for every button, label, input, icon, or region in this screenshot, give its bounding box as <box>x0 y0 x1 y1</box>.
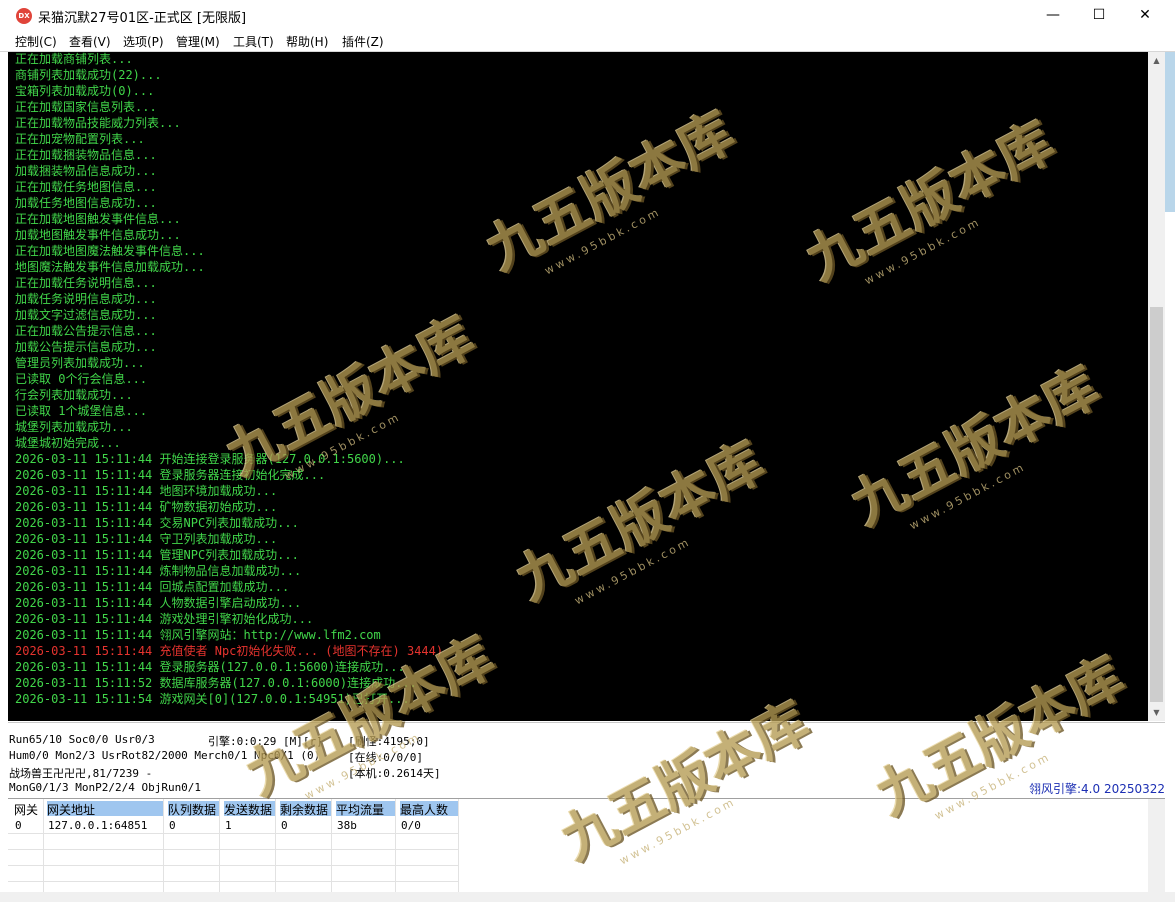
table-header-cell[interactable]: 平均流量 <box>336 801 395 817</box>
status-refresh: [刷怪:4195;0] <box>348 735 430 748</box>
app-icon: DX <box>16 8 32 24</box>
menu-manage[interactable]: 管理(M) <box>176 33 220 50</box>
log-line: 管理员列表加载成功... <box>15 356 145 370</box>
log-line: 2026-03-11 15:11:52 数据库服务器(127.0.0.1:600… <box>15 676 417 690</box>
log-line: 加载地图触发事件信息成功... <box>15 228 181 242</box>
log-line: 行会列表加载成功... <box>15 388 133 402</box>
scroll-up-icon[interactable]: ▲ <box>1148 52 1165 69</box>
table-header-cell[interactable]: 网关地址 <box>47 801 163 817</box>
menu-control[interactable]: 控制(C) <box>15 33 57 50</box>
table-header-cell[interactable]: 队列数据 <box>168 801 219 817</box>
title-bar: DX 呆猫沉默27号01区-正式区 [无限版] — ☐ ✕ <box>0 0 1175 31</box>
table-cell[interactable]: 0 <box>169 819 176 832</box>
status-run: Run65/10 Soc0/0 Usr0/3 <box>9 733 155 746</box>
log-line: 正在加载公告提示信息... <box>15 324 157 338</box>
log-line: 2026-03-11 15:11:54 游戏网关[0](127.0.0.1:54… <box>15 692 410 706</box>
log-line: 已读取 0个行会信息... <box>15 372 148 386</box>
engine-version: 翎风引擎:4.0 20250322 <box>1029 782 1166 796</box>
table-row-divider <box>8 849 458 850</box>
log-line: 2026-03-11 15:11:44 登录服务器连接初始化完成... <box>15 468 326 482</box>
status-mon: MonG0/1/3 MonP2/2/4 ObjRun0/1 <box>9 781 202 794</box>
log-line: 正在加载任务说明信息... <box>15 276 157 290</box>
log-line: 加载任务说明信息成功... <box>15 292 157 306</box>
scroll-thumb[interactable] <box>1150 307 1163 702</box>
log-line: 2026-03-11 15:11:44 回城点配置加载成功... <box>15 580 290 594</box>
table-cell[interactable]: 0 <box>281 819 288 832</box>
log-line: 2026-03-11 15:11:44 登录服务器(127.0.0.1:5600… <box>15 660 405 674</box>
menu-bar: 控制(C) 查看(V) 选项(P) 管理(M) 工具(T) 帮助(H) 插件(Z… <box>0 31 1175 51</box>
background-window-strip <box>1165 52 1175 212</box>
log-line-error: 2026-03-11 15:11:44 充值使者 Npc初始化失败... (地图… <box>15 644 444 658</box>
table-header-cell[interactable]: 发送数据 <box>224 801 275 817</box>
menu-tools[interactable]: 工具(T) <box>233 33 274 50</box>
log-line: 2026-03-11 15:11:44 翎风引擎网站：http://www.lf… <box>15 628 381 642</box>
table-row-divider <box>8 881 458 882</box>
log-line: 2026-03-11 15:11:44 管理NPC列表加载成功... <box>15 548 299 562</box>
table-cell[interactable]: 127.0.0.1:64851 <box>48 819 147 832</box>
status-engine: 引擎:0:0:29 [M][r] <box>208 735 323 748</box>
gateway-table[interactable]: 网关 网关地址 队列数据 发送数据 剩余数据 平均流量 最高人数 0 127.0.0.1:648… <box>8 798 1165 898</box>
menu-help[interactable]: 帮助(H) <box>286 33 328 50</box>
log-line: 正在加载国家信息列表... <box>15 100 157 114</box>
log-line: 正在加载捆装物品信息... <box>15 148 157 162</box>
log-line: 加载任务地图信息成功... <box>15 196 157 210</box>
log-line: 城堡列表加载成功... <box>15 420 133 434</box>
menu-view[interactable]: 查看(V) <box>69 33 111 50</box>
log-line: 正在加载地图魔法触发事件信息... <box>15 244 205 258</box>
log-line: 2026-03-11 15:11:44 炼制物品信息加载成功... <box>15 564 302 578</box>
menu-options[interactable]: 选项(P) <box>123 33 164 50</box>
console-log[interactable]: 正在加载商铺列表... 商铺列表加载成功(22)... 宝箱列表加载成功(0)...… <box>8 52 1148 721</box>
log-line: 正在加载商铺列表... <box>15 52 133 66</box>
log-line: 商铺列表加载成功(22)... <box>15 68 162 82</box>
table-cell[interactable]: 0/0 <box>401 819 421 832</box>
menu-plugins[interactable]: 插件(Z) <box>342 33 384 50</box>
log-line: 正在加载任务地图信息... <box>15 180 157 194</box>
status-panel: Run65/10 Soc0/0 Usr0/3 引擎:0:0:29 [M][r] … <box>8 722 1165 799</box>
log-line: 加载文字过滤信息成功... <box>15 308 157 322</box>
log-line: 2026-03-11 15:11:44 交易NPC列表加载成功... <box>15 516 299 530</box>
table-header-cell[interactable]: 剩余数据 <box>280 801 331 817</box>
minimize-button[interactable]: — <box>1030 0 1076 31</box>
status-local: [本机:0.2614天] <box>348 767 441 780</box>
console-scrollbar[interactable]: ▲ ▼ <box>1148 52 1165 721</box>
table-row-divider <box>8 865 458 866</box>
maximize-button[interactable]: ☐ <box>1076 0 1122 31</box>
status-battlefield: 战场兽王卍卍卍,81/7239 - <box>9 767 153 780</box>
scroll-down-icon[interactable]: ▼ <box>1148 704 1165 721</box>
log-line: 已读取 1个城堡信息... <box>15 404 148 418</box>
table-header-cell[interactable]: 最高人数 <box>400 801 458 817</box>
log-line: 地图魔法触发事件信息加载成功... <box>15 260 205 274</box>
log-line: 2026-03-11 15:11:44 地图环境加载成功... <box>15 484 278 498</box>
log-line: 加载捆装物品信息成功... <box>15 164 157 178</box>
table-scrollbar[interactable] <box>1148 799 1165 893</box>
log-line: 正在加载物品技能威力列表... <box>15 116 181 130</box>
close-button[interactable]: ✕ <box>1122 0 1168 31</box>
status-online: [在线:0/0/0] <box>348 751 423 764</box>
table-header-cell[interactable]: 网关 <box>14 801 43 817</box>
table-cell[interactable]: 1 <box>225 819 232 832</box>
log-line: 宝箱列表加载成功(0)... <box>15 84 155 98</box>
window-bottom-border <box>0 892 1175 902</box>
log-line: 正在加载地图触发事件信息... <box>15 212 181 226</box>
window-title: 呆猫沉默27号01区-正式区 [无限版] <box>38 11 247 26</box>
log-line: 2026-03-11 15:11:44 矿物数据初始成功... <box>15 500 278 514</box>
log-line: 城堡城初始完成... <box>15 436 121 450</box>
table-cell[interactable]: 38b <box>337 819 357 832</box>
table-row-divider <box>8 833 458 834</box>
log-line: 2026-03-11 15:11:44 开始连接登录服务器(127.0.0.1:… <box>15 452 405 466</box>
log-line: 2026-03-11 15:11:44 人物数据引擎启动成功... <box>15 596 302 610</box>
log-line: 正在加宠物配置列表... <box>15 132 145 146</box>
log-line: 2026-03-11 15:11:44 守卫列表加载成功... <box>15 532 278 546</box>
log-line: 加载公告提示信息成功... <box>15 340 157 354</box>
table-cell[interactable]: 0 <box>15 819 22 832</box>
log-line: 2026-03-11 15:11:44 游戏处理引擎初始化成功... <box>15 612 314 626</box>
status-hum: Hum0/0 Mon2/3 UsrRot82/2000 Merch0/1 Npc… <box>9 749 321 762</box>
